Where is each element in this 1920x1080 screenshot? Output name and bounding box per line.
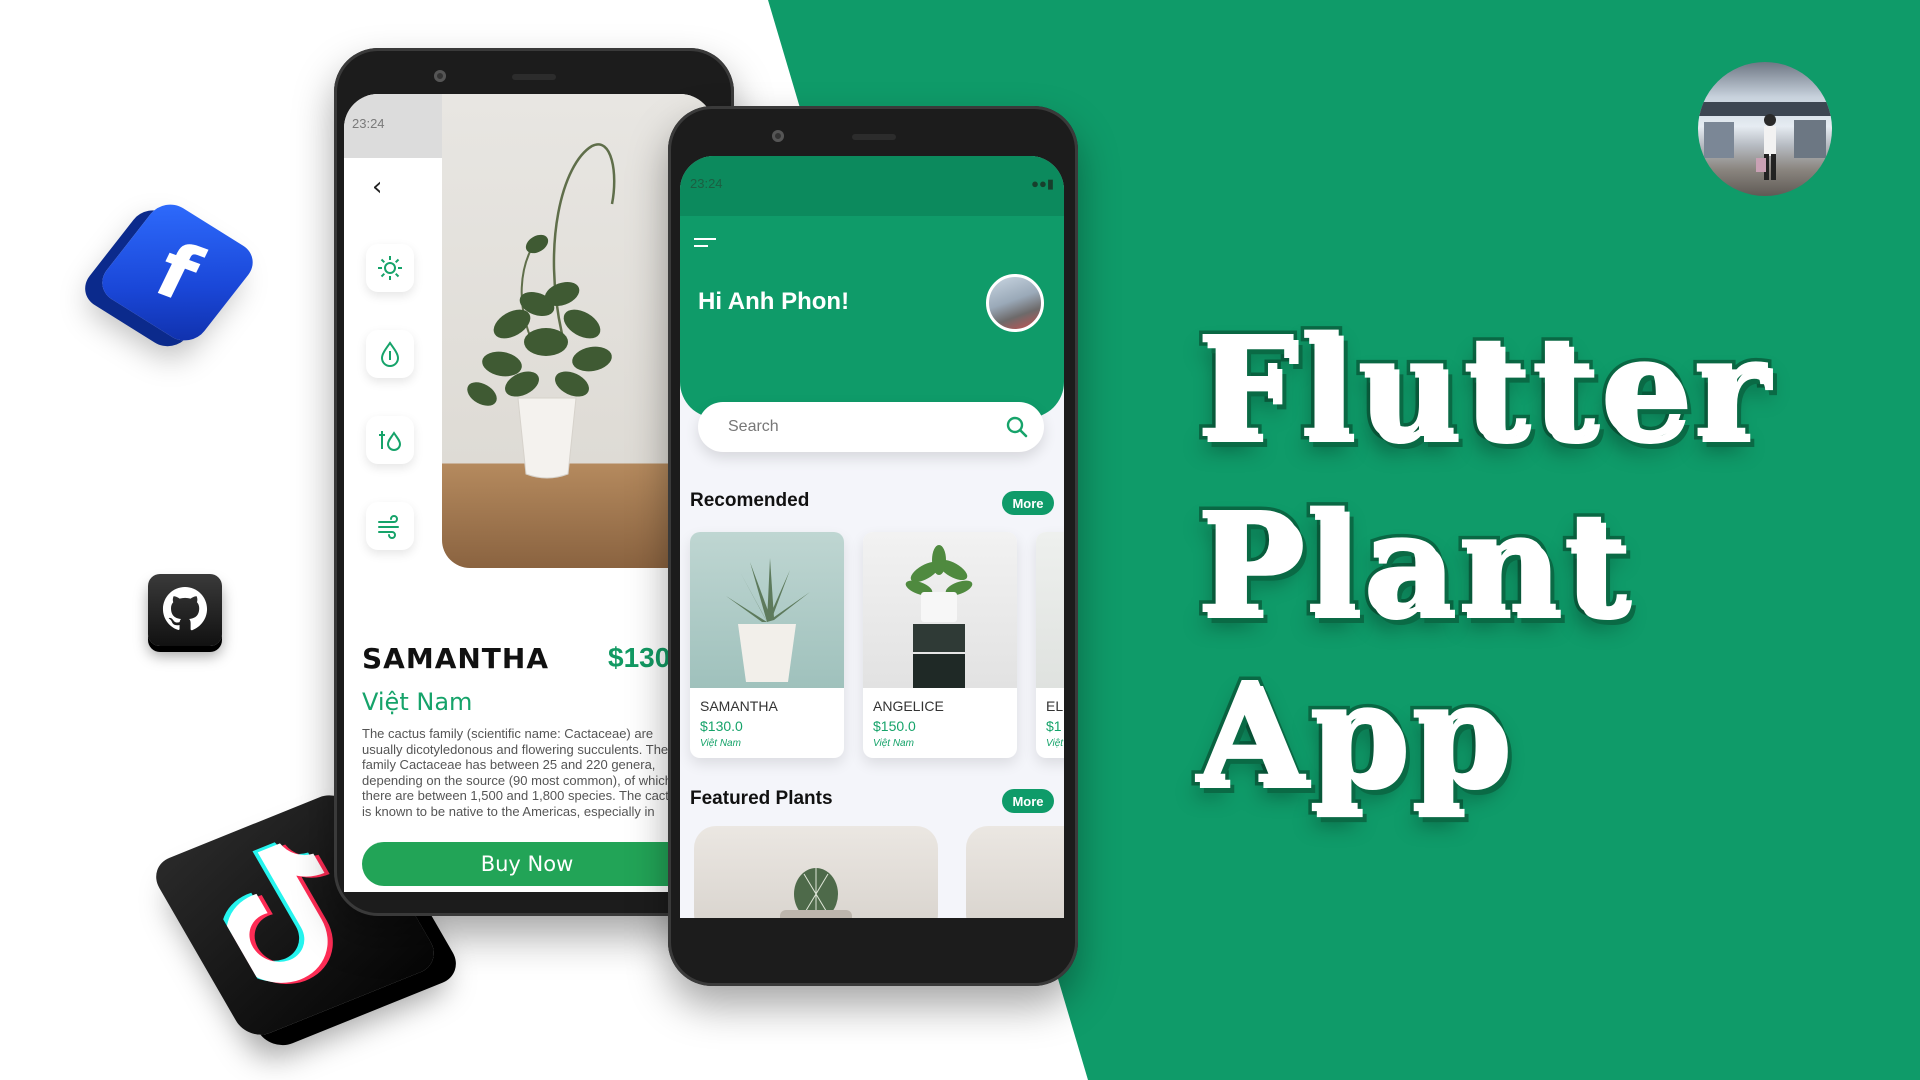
signal-battery-icon: ●●▮ xyxy=(1031,176,1054,191)
featured-plant-image xyxy=(780,868,852,918)
humidity-icon[interactable] xyxy=(366,416,414,464)
plant-card[interactable]: SAMANTHA $130.0 Việt Nam xyxy=(690,532,844,758)
plant-card[interactable]: EL $1 Việt xyxy=(1036,532,1064,758)
plant-card-image xyxy=(690,532,844,688)
plant-card-origin: Việt xyxy=(1046,738,1064,749)
greeting-text: Hi Anh Phon! xyxy=(698,288,850,315)
status-bar: 23:24 xyxy=(344,94,444,158)
status-bar: 23:24 ●●▮ xyxy=(680,156,1064,216)
status-time: 23:24 xyxy=(690,176,723,191)
wind-icon[interactable] xyxy=(366,502,414,550)
menu-icon[interactable] xyxy=(694,238,716,252)
plant-card-origin: Việt Nam xyxy=(700,738,741,749)
status-time: 23:24 xyxy=(352,116,385,131)
plant-card-image xyxy=(863,532,1017,688)
search-placeholder: Search xyxy=(728,418,779,435)
facebook-badge[interactable]: f xyxy=(93,196,262,349)
avatar-photo xyxy=(1698,102,1832,180)
featured-more-button[interactable]: More xyxy=(1002,789,1054,813)
plant-card-name: SAMANTHA xyxy=(700,698,778,714)
plant-card-price: $1 xyxy=(1046,718,1062,734)
plant-description: The cactus family (scientific name: Cact… xyxy=(362,726,683,819)
plant-card-image xyxy=(1036,532,1064,688)
front-camera xyxy=(772,130,784,142)
plant-card-price: $150.0 xyxy=(873,718,916,734)
plant-card-name: EL xyxy=(1046,698,1064,714)
home-header: 23:24 ●●▮ Hi Anh Phon! xyxy=(680,156,1064,418)
search-input[interactable]: Search xyxy=(698,402,1044,452)
title-line-plant: Plant xyxy=(1193,482,1632,646)
title-line-app: App xyxy=(1192,652,1513,816)
author-avatar[interactable] xyxy=(1698,62,1832,196)
buy-now-button[interactable]: Buy Now xyxy=(362,842,692,886)
plant-origin: Việt Nam xyxy=(362,688,473,716)
home-phone: 23:24 ●●▮ Hi Anh Phon! Search Recomended… xyxy=(668,106,1078,986)
facebook-icon: f xyxy=(141,226,214,319)
plant-card-price: $130.0 xyxy=(700,718,743,734)
search-icon[interactable] xyxy=(1006,416,1028,438)
featured-title: Featured Plants xyxy=(690,788,833,809)
plant-card-name: ANGELICE xyxy=(873,698,944,714)
featured-plant-card[interactable] xyxy=(694,826,938,918)
github-icon xyxy=(162,586,208,631)
detail-screen: 23:24 ‹ SAMANTHA $130 Việt Nam The cactu… xyxy=(344,94,714,892)
featured-plant-card[interactable] xyxy=(966,826,1064,918)
sun-icon[interactable] xyxy=(366,244,414,292)
phone-speaker xyxy=(852,134,896,140)
plant-name: SAMANTHA xyxy=(362,642,550,675)
recommended-title: Recomended xyxy=(690,490,810,511)
phone-speaker xyxy=(512,74,556,80)
recommended-more-button[interactable]: More xyxy=(1002,491,1054,515)
title-line-flutter: Flutter xyxy=(1193,306,1771,470)
temperature-drop-icon[interactable] xyxy=(366,330,414,378)
home-screen: 23:24 ●●▮ Hi Anh Phon! Search Recomended… xyxy=(680,156,1064,918)
front-camera xyxy=(434,70,446,82)
github-badge[interactable] xyxy=(148,574,222,646)
plant-price: $130 xyxy=(608,642,671,673)
plant-card[interactable]: ANGELICE $150.0 Việt Nam xyxy=(863,532,1017,758)
plant-care-icons xyxy=(366,244,414,588)
back-arrow-icon[interactable]: ‹ xyxy=(372,172,382,202)
plant-card-origin: Việt Nam xyxy=(873,738,914,749)
avatar[interactable] xyxy=(986,274,1044,332)
